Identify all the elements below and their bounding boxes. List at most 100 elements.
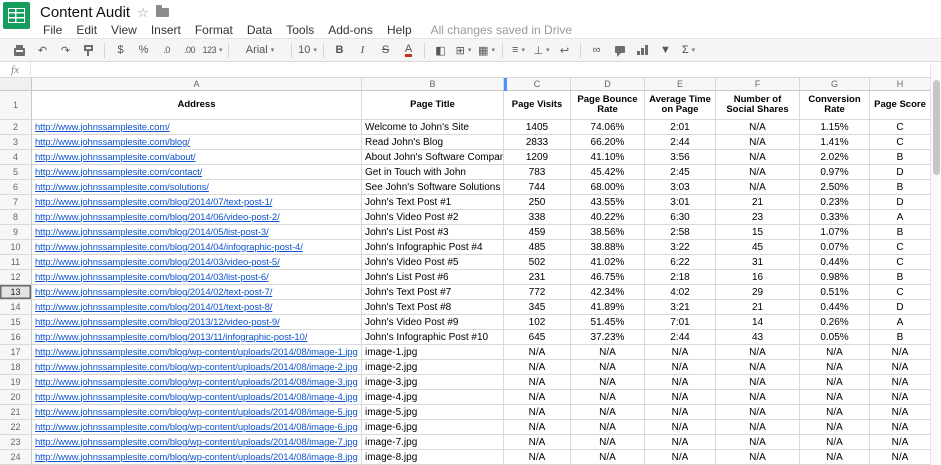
cell-E5[interactable]: 2:45	[645, 165, 716, 180]
merge-cells-icon[interactable]: ▦▾	[476, 40, 497, 60]
cell-E17[interactable]: N/A	[645, 345, 716, 360]
menu-insert[interactable]: Insert	[144, 22, 188, 38]
cell-G8[interactable]: 0.33%	[800, 210, 870, 225]
cell-B7[interactable]: John's Text Post #1	[362, 195, 504, 210]
cell-D14[interactable]: 41.89%	[571, 300, 645, 315]
cell-G18[interactable]: N/A	[800, 360, 870, 375]
cell-G3[interactable]: 1.41%	[800, 135, 870, 150]
font-family-selector[interactable]: Arial▾	[234, 40, 286, 60]
scrollbar-thumb[interactable]	[933, 80, 940, 175]
cell-D10[interactable]: 38.88%	[571, 240, 645, 255]
cell-B23[interactable]: image-7.jpg	[362, 435, 504, 450]
cell-D19[interactable]: N/A	[571, 375, 645, 390]
cell-A2[interactable]: http://www.johnssamplesite.com/	[32, 120, 362, 135]
star-icon[interactable]: ☆	[137, 5, 149, 21]
cell-A16[interactable]: http://www.johnssamplesite.com/blog/2013…	[32, 330, 362, 345]
cell-F16[interactable]: 43	[716, 330, 800, 345]
format-currency-icon[interactable]: $	[110, 40, 131, 60]
cell-D17[interactable]: N/A	[571, 345, 645, 360]
cell-F4[interactable]: N/A	[716, 150, 800, 165]
cell-H23[interactable]: N/A	[870, 435, 931, 450]
cell-C8[interactable]: 338	[504, 210, 571, 225]
column-header-E[interactable]: E	[645, 78, 716, 90]
row-header-17[interactable]: 17	[0, 345, 32, 360]
cell-C19[interactable]: N/A	[504, 375, 571, 390]
cell-G11[interactable]: 0.44%	[800, 255, 870, 270]
cell-G4[interactable]: 2.02%	[800, 150, 870, 165]
row-header-20[interactable]: 20	[0, 390, 32, 405]
insert-chart-icon[interactable]	[632, 40, 653, 60]
cell-G6[interactable]: 2.50%	[800, 180, 870, 195]
cell-H18[interactable]: N/A	[870, 360, 931, 375]
column-header-A[interactable]: A	[32, 78, 362, 90]
menu-file[interactable]: File	[36, 22, 69, 38]
cell-F2[interactable]: N/A	[716, 120, 800, 135]
formula-input[interactable]	[31, 62, 941, 77]
row-header-22[interactable]: 22	[0, 420, 32, 435]
cell-G16[interactable]: 0.05%	[800, 330, 870, 345]
row-header-21[interactable]: 21	[0, 405, 32, 420]
cell-E4[interactable]: 3:56	[645, 150, 716, 165]
cell-D16[interactable]: 37.23%	[571, 330, 645, 345]
cell-A11[interactable]: http://www.johnssamplesite.com/blog/2014…	[32, 255, 362, 270]
row-header-9[interactable]: 9	[0, 225, 32, 240]
cell-E2[interactable]: 2:01	[645, 120, 716, 135]
cell-link[interactable]: http://www.johnssamplesite.com/blog/2013…	[35, 317, 280, 328]
row-header-5[interactable]: 5	[0, 165, 32, 180]
cell-H5[interactable]: D	[870, 165, 931, 180]
cell-H21[interactable]: N/A	[870, 405, 931, 420]
row-header-3[interactable]: 3	[0, 135, 32, 150]
filter-icon[interactable]: ▼	[655, 40, 676, 60]
cell-A21[interactable]: http://www.johnssamplesite.com/blog/wp-c…	[32, 405, 362, 420]
cell-D7[interactable]: 43.55%	[571, 195, 645, 210]
cell-G2[interactable]: 1.15%	[800, 120, 870, 135]
cell-D22[interactable]: N/A	[571, 420, 645, 435]
cell-B6[interactable]: See John's Software Solutions	[362, 180, 504, 195]
cell-F19[interactable]: N/A	[716, 375, 800, 390]
borders-icon[interactable]: ⊞▾	[453, 40, 474, 60]
horizontal-align-icon[interactable]: ≡▾	[508, 40, 529, 60]
increase-decimals-icon[interactable]: .00	[179, 40, 200, 60]
cell-A12[interactable]: http://www.johnssamplesite.com/blog/2014…	[32, 270, 362, 285]
cell-link[interactable]: http://www.johnssamplesite.com/contact/	[35, 167, 202, 178]
cell-B9[interactable]: John's List Post #3	[362, 225, 504, 240]
cell-F23[interactable]: N/A	[716, 435, 800, 450]
cell-B3[interactable]: Read John's Blog	[362, 135, 504, 150]
cell-E22[interactable]: N/A	[645, 420, 716, 435]
cell-D23[interactable]: N/A	[571, 435, 645, 450]
cell-E19[interactable]: N/A	[645, 375, 716, 390]
cell-F21[interactable]: N/A	[716, 405, 800, 420]
cell-C24[interactable]: N/A	[504, 450, 571, 465]
cell-A1[interactable]: Address	[32, 91, 362, 120]
cell-B5[interactable]: Get in Touch with John	[362, 165, 504, 180]
cell-F18[interactable]: N/A	[716, 360, 800, 375]
cell-link[interactable]: http://www.johnssamplesite.com/blog/wp-c…	[35, 452, 358, 463]
cell-C4[interactable]: 1209	[504, 150, 571, 165]
cell-H19[interactable]: N/A	[870, 375, 931, 390]
menu-tools[interactable]: Tools	[279, 22, 321, 38]
vertical-align-icon[interactable]: ⊥▾	[531, 40, 552, 60]
cell-B10[interactable]: John's Infographic Post #4	[362, 240, 504, 255]
cell-H7[interactable]: D	[870, 195, 931, 210]
cell-E10[interactable]: 3:22	[645, 240, 716, 255]
cell-G7[interactable]: 0.23%	[800, 195, 870, 210]
cell-B16[interactable]: John's Infographic Post #10	[362, 330, 504, 345]
cell-H14[interactable]: D	[870, 300, 931, 315]
cell-link[interactable]: http://www.johnssamplesite.com/blog/wp-c…	[35, 347, 358, 358]
cell-G1[interactable]: Conversion Rate	[800, 91, 870, 120]
cell-link[interactable]: http://www.johnssamplesite.com/blog/2013…	[35, 332, 307, 343]
cell-A24[interactable]: http://www.johnssamplesite.com/blog/wp-c…	[32, 450, 362, 465]
cell-F24[interactable]: N/A	[716, 450, 800, 465]
cell-E23[interactable]: N/A	[645, 435, 716, 450]
cell-H16[interactable]: B	[870, 330, 931, 345]
cell-C18[interactable]: N/A	[504, 360, 571, 375]
cell-G15[interactable]: 0.26%	[800, 315, 870, 330]
cell-E1[interactable]: Average Time on Page	[645, 91, 716, 120]
move-to-folder-icon[interactable]	[156, 8, 169, 17]
insert-comment-icon[interactable]	[609, 40, 630, 60]
column-header-F[interactable]: F	[716, 78, 800, 90]
cell-E12[interactable]: 2:18	[645, 270, 716, 285]
column-header-C[interactable]: C	[504, 78, 571, 90]
bold-icon[interactable]: B	[329, 40, 350, 60]
cell-D18[interactable]: N/A	[571, 360, 645, 375]
